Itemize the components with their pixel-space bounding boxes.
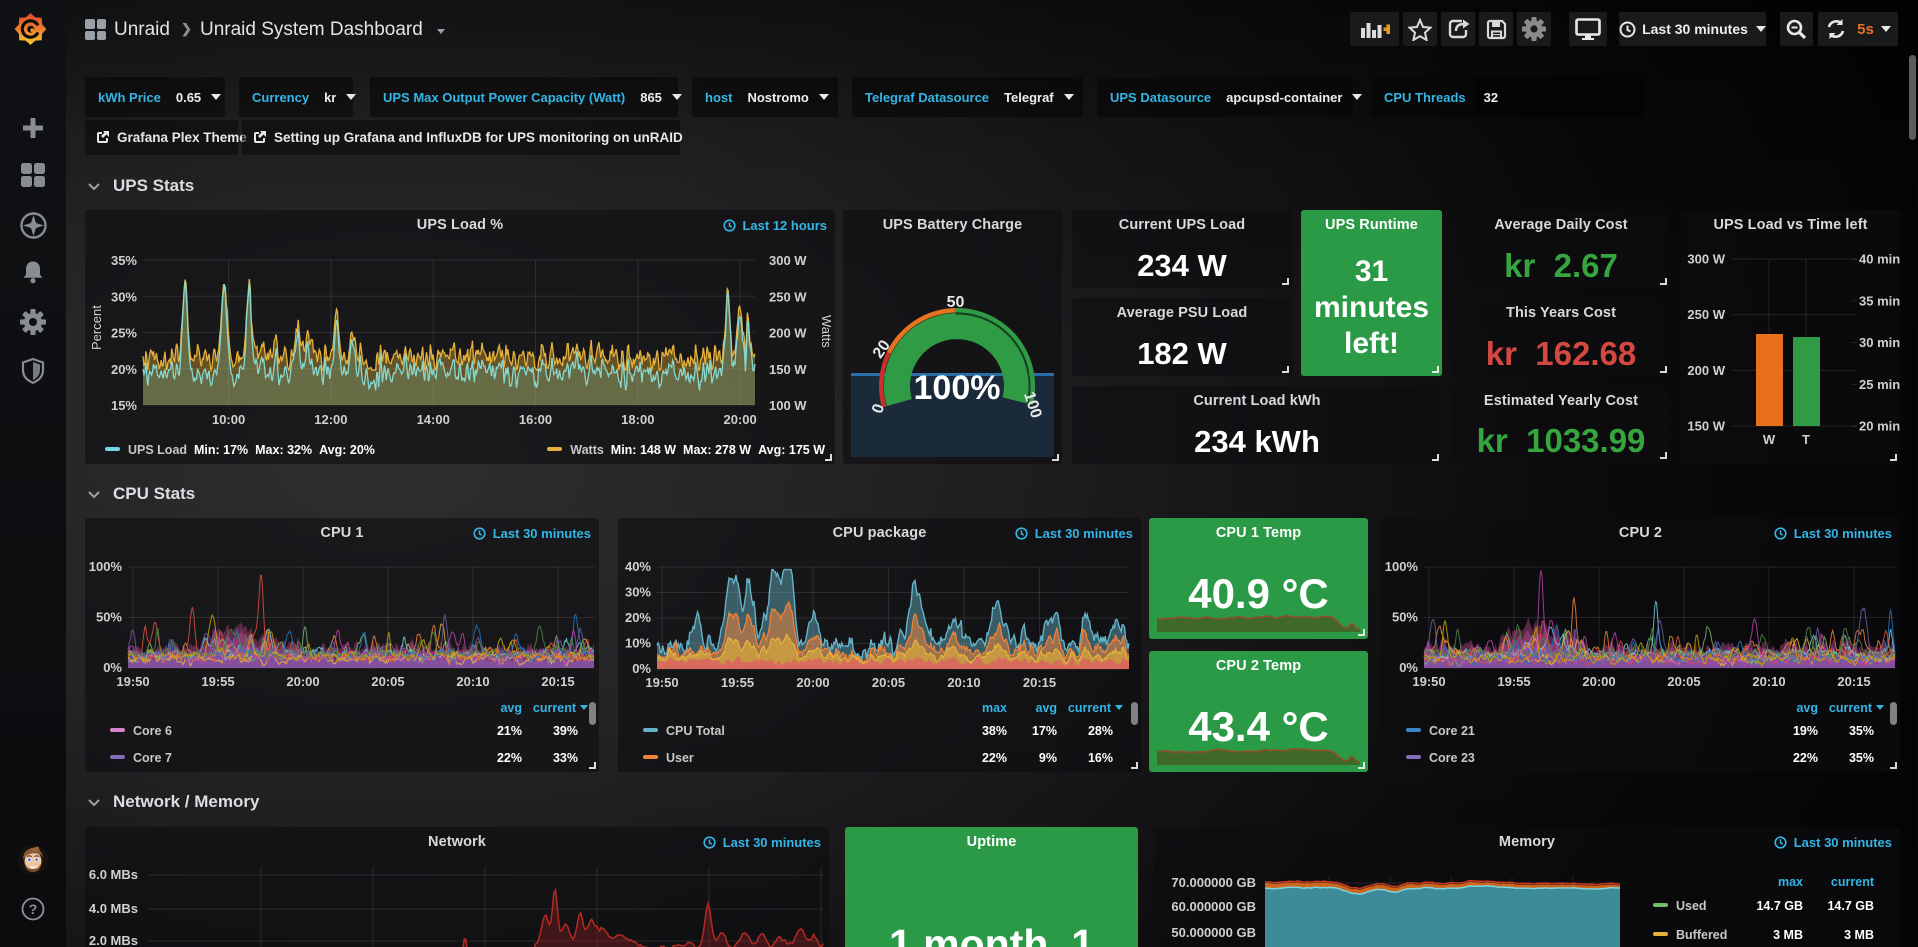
svg-text:19:55: 19:55 <box>201 674 234 689</box>
svg-text:0%: 0% <box>103 660 122 675</box>
svg-text:20:10: 20:10 <box>947 675 980 690</box>
svg-text:2.0 MBs: 2.0 MBs <box>89 933 138 947</box>
svg-text:40%: 40% <box>625 559 651 574</box>
svg-text:14:00: 14:00 <box>417 412 450 427</box>
svg-text:40 min: 40 min <box>1859 252 1900 267</box>
svg-text:20%: 20% <box>111 362 137 377</box>
svg-text:20:05: 20:05 <box>1667 674 1700 689</box>
svg-text:20:15: 20:15 <box>541 674 574 689</box>
svg-text:100%: 100% <box>1385 559 1419 574</box>
svg-text:50%: 50% <box>96 610 122 625</box>
svg-text:20:10: 20:10 <box>1752 674 1785 689</box>
svg-text:W: W <box>1763 432 1776 447</box>
svg-text:16:00: 16:00 <box>519 412 552 427</box>
svg-text:20:15: 20:15 <box>1837 674 1870 689</box>
svg-text:250 W: 250 W <box>1687 307 1725 322</box>
svg-text:6.0 MBs: 6.0 MBs <box>89 867 138 882</box>
svg-text:19:50: 19:50 <box>1412 674 1445 689</box>
svg-text:12:00: 12:00 <box>314 412 347 427</box>
svg-text:100%: 100% <box>89 559 123 574</box>
svg-text:300 W: 300 W <box>769 253 807 268</box>
svg-text:25%: 25% <box>111 326 137 341</box>
svg-text:35%: 35% <box>111 253 137 268</box>
svg-text:20:05: 20:05 <box>371 674 404 689</box>
svg-text:?: ? <box>29 901 38 917</box>
svg-text:20:15: 20:15 <box>1023 675 1056 690</box>
svg-text:20:00: 20:00 <box>286 674 319 689</box>
svg-text:Percent: Percent <box>89 305 104 350</box>
svg-text:20:00: 20:00 <box>1582 674 1615 689</box>
svg-text:15%: 15% <box>111 398 137 413</box>
svg-text:150 W: 150 W <box>769 362 807 377</box>
svg-text:10:00: 10:00 <box>212 412 245 427</box>
svg-text:T: T <box>1802 432 1810 447</box>
svg-text:20:00: 20:00 <box>796 675 829 690</box>
svg-text:30 min: 30 min <box>1859 335 1900 350</box>
svg-text:35 min: 35 min <box>1859 293 1900 308</box>
svg-text:20:10: 20:10 <box>456 674 489 689</box>
svg-text:19:50: 19:50 <box>116 674 149 689</box>
svg-text:100%: 100% <box>914 369 1001 407</box>
svg-text:20%: 20% <box>625 610 651 625</box>
svg-text:4.0 MBs: 4.0 MBs <box>89 901 138 916</box>
svg-text:19:55: 19:55 <box>1497 674 1530 689</box>
svg-text:50%: 50% <box>1392 610 1418 625</box>
svg-text:200 W: 200 W <box>769 326 807 341</box>
svg-text:0%: 0% <box>632 661 651 676</box>
svg-text:30%: 30% <box>625 585 651 600</box>
svg-text:150 W: 150 W <box>1687 419 1725 434</box>
svg-text:19:50: 19:50 <box>645 675 678 690</box>
svg-text:0%: 0% <box>1399 660 1418 675</box>
svg-text:20:05: 20:05 <box>872 675 905 690</box>
svg-text:20:00: 20:00 <box>723 412 756 427</box>
svg-text:19:55: 19:55 <box>721 675 754 690</box>
svg-text:10%: 10% <box>625 636 651 651</box>
svg-text:30%: 30% <box>111 289 137 304</box>
svg-text:18:00: 18:00 <box>621 412 654 427</box>
svg-text:25 min: 25 min <box>1859 377 1900 392</box>
svg-text:Watts: Watts <box>819 315 834 348</box>
svg-text:200 W: 200 W <box>1687 363 1725 378</box>
svg-text:100 W: 100 W <box>769 398 807 413</box>
svg-text:20 min: 20 min <box>1859 419 1900 434</box>
svg-text:50: 50 <box>947 294 965 311</box>
svg-text:300 W: 300 W <box>1687 252 1725 267</box>
svg-text:250 W: 250 W <box>769 289 807 304</box>
